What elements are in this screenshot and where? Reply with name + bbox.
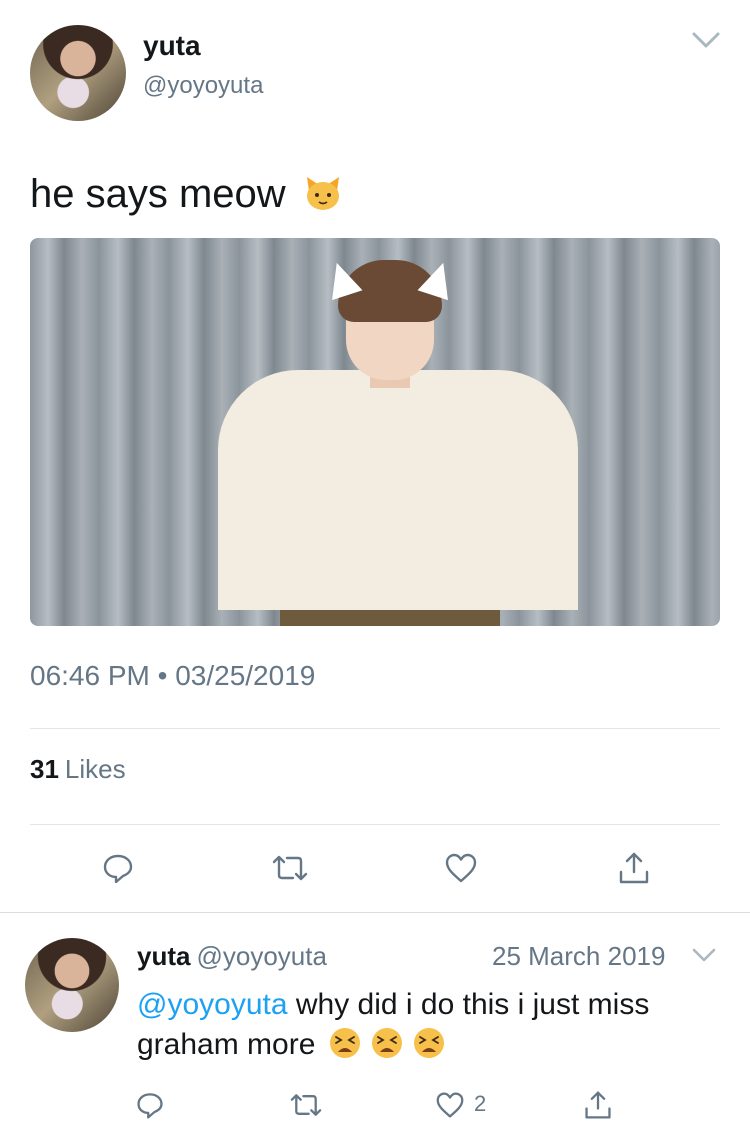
like-button[interactable] (430, 1085, 470, 1125)
tweet-timestamp: 06:46 PM • 03/25/2019 (30, 660, 316, 691)
share-button[interactable] (578, 1085, 618, 1125)
reply-header: yuta @yoyoyuta (137, 941, 327, 972)
reply-author-name[interactable]: yuta (137, 941, 190, 971)
likes-count: 31 (30, 754, 59, 784)
author-handle[interactable]: @yoyoyuta (143, 72, 263, 100)
tweet-text: he says meow (30, 172, 343, 217)
chevron-down-icon[interactable] (690, 945, 718, 965)
divider (30, 824, 720, 825)
tired-face-emojis (328, 1026, 447, 1071)
tired-face-icon (372, 1028, 403, 1058)
cat-face-icon (306, 177, 339, 210)
share-icon (619, 852, 649, 884)
reply-actions: 2 (0, 1085, 750, 1125)
reply-text: @yoyoyuta why did i do this i just miss … (137, 985, 727, 1071)
reply-icon (103, 854, 133, 884)
reply-date: 25 March 2019 (492, 941, 666, 971)
share-icon (585, 1091, 611, 1119)
likes-summary[interactable]: 31 Likes (30, 754, 126, 785)
retweet-icon (290, 1094, 322, 1116)
retweet-icon (272, 855, 308, 881)
photo-sweater (218, 370, 578, 610)
main-tweet: yuta @yoyoyuta he says meow 06:46 PM • 0… (0, 0, 750, 912)
reply-button[interactable] (98, 848, 138, 888)
reply-tweet[interactable]: yuta @yoyoyuta 25 March 2019 @yoyoyuta wh… (0, 913, 750, 1144)
tweet-actions (0, 848, 750, 888)
likes-label: Likes (64, 754, 126, 784)
divider (30, 728, 720, 729)
reply-icon (137, 1093, 163, 1119)
tweet-photo[interactable] (30, 238, 720, 626)
tweet-text-content: he says meow (30, 172, 286, 216)
author-avatar[interactable] (30, 25, 126, 121)
reply-button[interactable] (130, 1085, 170, 1125)
like-button[interactable] (441, 848, 481, 888)
reply-author-avatar[interactable] (25, 938, 119, 1032)
reply-like-count: 2 (474, 1091, 487, 1116)
tired-face-icon (414, 1028, 445, 1058)
heart-icon (436, 1092, 464, 1118)
heart-icon (445, 853, 477, 883)
retweet-button[interactable] (286, 1085, 326, 1125)
share-button[interactable] (614, 848, 654, 888)
retweet-button[interactable] (270, 848, 310, 888)
tired-face-icon (329, 1028, 360, 1058)
reply-author-handle[interactable]: @yoyoyuta (196, 941, 326, 971)
chevron-down-icon[interactable] (688, 28, 724, 52)
mention-link[interactable]: @yoyoyuta (137, 988, 288, 1021)
author-name[interactable]: yuta (143, 30, 201, 62)
